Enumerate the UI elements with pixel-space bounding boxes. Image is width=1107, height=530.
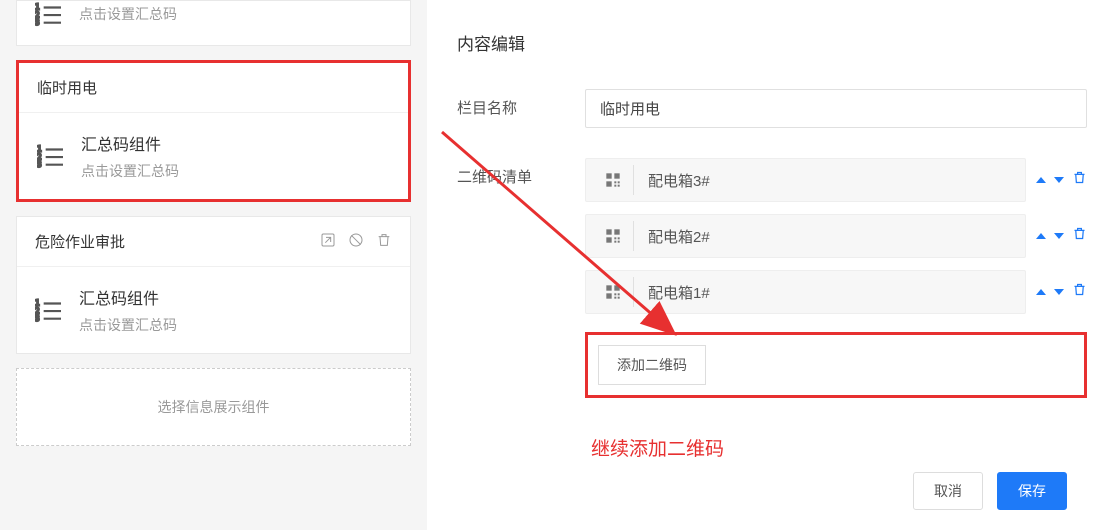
move-up-icon[interactable]	[1036, 177, 1046, 183]
expand-icon[interactable]	[320, 232, 336, 252]
qr-item-label: 配电箱2#	[634, 226, 724, 247]
move-down-icon[interactable]	[1054, 233, 1064, 239]
card-title: 危险作业审批	[35, 231, 125, 252]
cancel-button[interactable]: 取消	[913, 472, 983, 510]
qr-item: 配电箱2#	[585, 214, 1087, 258]
qr-list: 配电箱3# 配电箱2#	[585, 158, 1087, 461]
delete-icon[interactable]	[1072, 282, 1087, 302]
component-card-partial[interactable]: 123 点击设置汇总码	[16, 0, 411, 46]
panel-title: 内容编辑	[457, 10, 1087, 89]
move-up-icon[interactable]	[1036, 289, 1046, 295]
component-subtitle: 点击设置汇总码	[79, 315, 177, 335]
forbid-icon[interactable]	[348, 232, 364, 252]
add-qr-highlight: 添加二维码	[585, 332, 1087, 398]
component-subtitle: 点击设置汇总码	[81, 161, 179, 181]
card-title: 临时用电	[37, 77, 97, 98]
delete-icon[interactable]	[1072, 226, 1087, 246]
list-icon: 123	[35, 297, 61, 323]
svg-text:3: 3	[37, 160, 42, 169]
delete-icon[interactable]	[1072, 170, 1087, 190]
trash-icon[interactable]	[376, 232, 392, 252]
add-qr-button[interactable]: 添加二维码	[598, 345, 706, 385]
save-button[interactable]: 保存	[997, 472, 1067, 510]
component-title: 汇总码组件	[79, 285, 177, 309]
qr-body[interactable]: 配电箱3#	[585, 158, 1026, 202]
svg-text:3: 3	[35, 314, 40, 323]
qr-body[interactable]: 配电箱1#	[585, 270, 1026, 314]
move-up-icon[interactable]	[1036, 233, 1046, 239]
qr-body[interactable]: 配电箱2#	[585, 214, 1026, 258]
placeholder-add-component[interactable]: 选择信息展示组件	[16, 368, 411, 446]
list-icon: 123	[37, 143, 63, 169]
annotation-note: 继续添加二维码	[591, 434, 1087, 461]
move-down-icon[interactable]	[1054, 177, 1064, 183]
list-icon: 123	[35, 1, 61, 27]
column-name-input[interactable]	[585, 89, 1087, 128]
qr-item-label: 配电箱1#	[634, 282, 724, 303]
qr-icon	[592, 165, 634, 195]
qr-item: 配电箱3#	[585, 158, 1087, 202]
column-name-label: 栏目名称	[457, 89, 585, 118]
component-card-highlighted[interactable]: 临时用电 123 汇总码组件 点击设置汇总码	[16, 60, 411, 202]
qr-icon	[592, 277, 634, 307]
qr-list-label: 二维码清单	[457, 158, 585, 187]
component-subtitle: 点击设置汇总码	[79, 4, 177, 24]
qr-item: 配电箱1#	[585, 270, 1087, 314]
svg-text:3: 3	[35, 18, 40, 27]
move-down-icon[interactable]	[1054, 289, 1064, 295]
component-title: 汇总码组件	[81, 131, 179, 155]
qr-icon	[592, 221, 634, 251]
right-panel: 内容编辑 栏目名称 二维码清单 配电箱3#	[427, 0, 1107, 530]
qr-item-label: 配电箱3#	[634, 170, 724, 191]
left-panel: 123 点击设置汇总码 临时用电 123 汇总码组件 点击设置汇总码	[0, 0, 427, 530]
component-card-danger[interactable]: 危险作业审批 123 汇总码组件 点击设置汇总码	[16, 216, 411, 354]
